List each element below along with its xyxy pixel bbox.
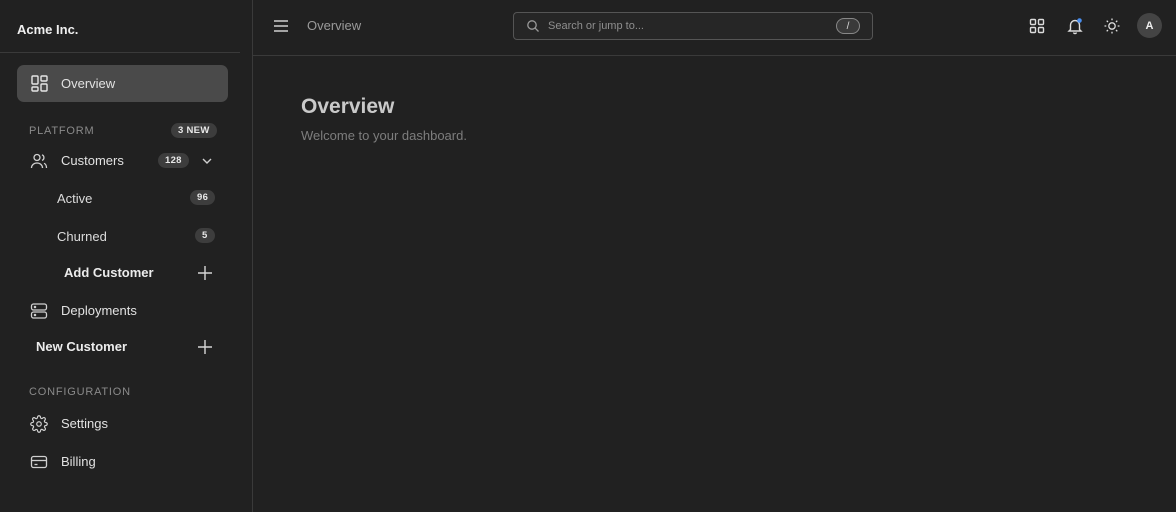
user-avatar[interactable]: A xyxy=(1137,13,1162,38)
search-icon xyxy=(526,19,540,33)
page-title: Overview xyxy=(301,95,395,118)
menu-toggle-button[interactable] xyxy=(272,17,290,35)
chevron-down-icon[interactable] xyxy=(201,155,213,167)
plus-icon xyxy=(196,338,214,356)
dashboard-icon xyxy=(30,75,48,93)
search-input[interactable] xyxy=(548,16,828,36)
grid-icon xyxy=(1028,17,1046,35)
sidebar-item-deployments[interactable]: Deployments xyxy=(17,292,228,329)
bell-icon xyxy=(1066,17,1084,35)
topbar: Overview / xyxy=(253,0,1176,56)
new-badge: 3 NEW xyxy=(171,123,217,138)
breadcrumb[interactable]: Overview xyxy=(307,18,361,33)
sidebar-item-label: Overview xyxy=(61,76,116,91)
churned-count-badge: 5 xyxy=(195,228,215,243)
sidebar-subitem-churned[interactable]: Churned xyxy=(57,229,107,244)
new-customer-button[interactable] xyxy=(196,338,214,356)
search-box[interactable]: / xyxy=(513,12,873,40)
plus-icon xyxy=(196,264,214,282)
page-subtitle: Welcome to your dashboard. xyxy=(301,128,467,143)
server-icon xyxy=(30,302,48,320)
sidebar-item-label: Billing xyxy=(61,454,96,469)
sidebar-item-label: Settings xyxy=(61,416,108,431)
active-count-badge: 96 xyxy=(190,190,216,205)
add-customer-link[interactable]: Add Customer xyxy=(64,265,154,280)
sun-icon xyxy=(1103,17,1121,35)
notifications-button[interactable] xyxy=(1066,17,1084,35)
apps-button[interactable] xyxy=(1028,17,1046,35)
users-icon xyxy=(30,152,48,170)
brand-name: Acme Inc. xyxy=(17,22,79,37)
sidebar-subitem-active[interactable]: Active xyxy=(57,191,92,206)
hamburger-icon xyxy=(272,17,290,35)
customers-count-badge: 128 xyxy=(158,153,189,168)
section-label-platform: PLATFORM xyxy=(29,125,95,137)
sidebar-item-label: Customers xyxy=(61,153,124,168)
sidebar-item-settings[interactable]: Settings xyxy=(17,405,228,442)
sidebar-item-label: Deployments xyxy=(61,303,137,318)
gear-icon xyxy=(30,414,48,433)
section-label-configuration: CONFIGURATION xyxy=(29,386,131,398)
sidebar-item-billing[interactable]: Billing xyxy=(17,443,228,480)
sidebar: Acme Inc. Overview PLATFORM 3 NEW Custom… xyxy=(0,0,253,512)
add-customer-button[interactable] xyxy=(196,264,214,282)
keyboard-shortcut-hint: / xyxy=(836,18,860,34)
theme-toggle-button[interactable] xyxy=(1103,17,1121,35)
sidebar-item-overview[interactable]: Overview xyxy=(17,65,228,102)
sidebar-item-customers[interactable]: Customers xyxy=(17,142,228,179)
credit-card-icon xyxy=(30,453,48,471)
new-customer-link[interactable]: New Customer xyxy=(36,339,127,354)
divider xyxy=(0,52,240,53)
